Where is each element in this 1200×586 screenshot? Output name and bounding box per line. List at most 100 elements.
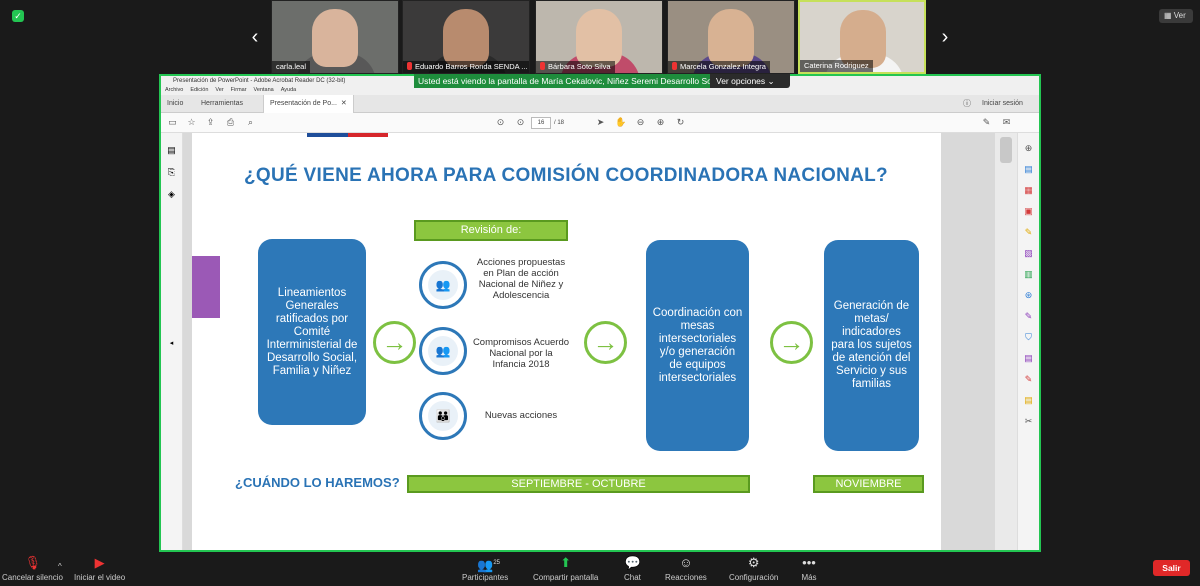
tool-icon[interactable]: ▣ — [1023, 206, 1034, 217]
participant-face — [576, 9, 622, 67]
tool-icon[interactable]: ⊕ — [1023, 143, 1034, 154]
more-button[interactable]: ••• Más — [801, 555, 817, 583]
box-lineamientos: Lineamientos Generales ratificados por C… — [258, 239, 366, 425]
mic-muted-icon — [672, 62, 677, 70]
participant-face — [312, 9, 358, 67]
participant-name: Eduardo Barros Ronda SENDA ... — [403, 61, 529, 73]
tool-icon[interactable]: ✎ — [1023, 311, 1034, 322]
tool-icon[interactable]: ✎ — [1023, 374, 1034, 385]
tool-icon[interactable]: ▤ — [1023, 353, 1034, 364]
page-down-icon[interactable]: ⊙ — [515, 117, 526, 128]
reader-toolbar: ▭ ☆ ⇪ ⎙ ⌕ ⊙ ⊙ 16 / 18 ➤ ✋ ⊖ ⊕ ↻ ✎ ✉ — [161, 113, 1039, 133]
settings-button[interactable]: ⚙ Configuración — [729, 555, 778, 583]
bookmark-star-icon[interactable]: ☆ — [186, 117, 197, 128]
revision-label: Revisión de: — [414, 220, 568, 241]
mail-icon[interactable]: ✉ — [1001, 117, 1012, 128]
rotate-icon[interactable]: ↻ — [675, 117, 686, 128]
participant-tile[interactable]: Bárbara Soto Silva — [535, 0, 663, 74]
participant-name: Bárbara Soto Silva — [536, 61, 615, 73]
tool-icon[interactable]: ⊛ — [1023, 290, 1034, 301]
tool-icon[interactable]: ▥ — [1023, 269, 1034, 280]
menu-item[interactable]: Ventana — [254, 87, 274, 93]
menu-item[interactable]: Ver — [215, 87, 223, 93]
reactions-button[interactable]: ☺ Reacciones — [665, 555, 707, 583]
view-button[interactable]: ▦ Ver — [1159, 9, 1193, 23]
more-label: Más — [801, 573, 817, 582]
participants-count: 25 — [493, 560, 500, 566]
participant-name-label: carla.leal — [276, 62, 307, 71]
arrow-right-icon: → — [584, 321, 627, 364]
hand-icon[interactable]: ✋ — [615, 117, 626, 128]
gallery-prev-icon[interactable]: ‹ — [246, 26, 264, 50]
attachment-icon[interactable]: ⎘ — [166, 167, 177, 178]
period-sept-oct: SEPTIEMBRE - OCTUBRE — [407, 475, 750, 493]
meeting-controls: 🎙 Cancelar silencio ^ ▶ Iniciar el video 👥… — [0, 552, 1200, 586]
page-number-input[interactable]: 16 — [531, 117, 551, 129]
tab-inicio[interactable]: Inicio — [161, 95, 189, 113]
menu-item[interactable]: Ayuda — [281, 87, 297, 93]
video-off-icon: ▶ — [94, 555, 105, 570]
gallery-next-icon[interactable]: › — [936, 26, 954, 50]
signin-button[interactable]: Iniciar sesión — [976, 95, 1029, 113]
more-icon: ••• — [802, 555, 816, 570]
participant-name-label: Caterina Rodriguez — [804, 61, 869, 70]
participant-face — [443, 9, 489, 67]
slide: ¿QUÉ VIENE AHORA PARA COMISIÓN COORDINAD… — [192, 133, 941, 550]
upload-icon[interactable]: ⇪ — [205, 117, 216, 128]
participants-button[interactable]: 👥25 Participantes — [462, 556, 508, 582]
vertical-scrollbar[interactable] — [995, 133, 1017, 550]
zoom-in-icon[interactable]: ⊕ — [655, 117, 666, 128]
search-icon[interactable]: ⌕ — [245, 117, 256, 128]
tab-herramientas[interactable]: Herramientas — [195, 95, 249, 113]
leave-button[interactable]: Salir — [1153, 560, 1190, 576]
pages-icon[interactable]: ▤ — [166, 145, 177, 156]
participant-tile[interactable]: carla.leal — [271, 0, 399, 74]
share-banner: Usted está viendo la pantalla de María C… — [414, 74, 710, 88]
layers-icon[interactable]: ◈ — [166, 189, 177, 200]
gear-icon: ⚙ — [747, 555, 760, 570]
tool-icon[interactable]: ▦ — [1023, 185, 1034, 196]
people-icon: 👥 — [419, 327, 467, 375]
menu-item[interactable]: Firmar — [231, 87, 247, 93]
tool-icon[interactable]: ✂ — [1023, 416, 1034, 427]
tool-icon[interactable]: ▤ — [1023, 395, 1034, 406]
flag-stripe-red — [348, 133, 388, 137]
participant-tile[interactable]: Marcela Gonzalez Integra — [667, 0, 795, 74]
participant-name-label: Marcela Gonzalez Integra — [680, 62, 766, 71]
tool-icon[interactable]: ▤ — [1023, 164, 1034, 175]
zoom-out-icon[interactable]: ⊖ — [635, 117, 646, 128]
view-label: Ver — [1173, 11, 1186, 20]
collapse-left-icon[interactable]: ◂ — [166, 338, 177, 349]
unmute-options-icon[interactable]: ^ — [58, 562, 62, 571]
pointer-icon[interactable]: ➤ — [595, 117, 606, 128]
sign-icon[interactable]: ✎ — [981, 117, 992, 128]
scroll-thumb[interactable] — [1000, 137, 1012, 163]
participant-tile[interactable]: Caterina Rodriguez — [798, 0, 926, 74]
help-icon[interactable]: ⓘ — [957, 95, 977, 113]
participants-label: Participantes — [462, 573, 509, 582]
view-options-button[interactable]: Ver opciones ⌄ — [710, 74, 790, 88]
page-total: / 18 — [554, 120, 565, 126]
tool-icon[interactable]: ▧ — [1023, 248, 1034, 259]
box-metas: Generación de metas/ indicadores para lo… — [824, 240, 919, 451]
chat-button[interactable]: 💬 Chat — [624, 556, 641, 583]
rev-item-3: Nuevas acciones — [484, 410, 558, 421]
new-actions-icon: 👪 — [419, 392, 467, 440]
save-icon[interactable]: ▭ — [167, 117, 178, 128]
share-screen-button[interactable]: ⬆ Compartir pantalla — [533, 556, 598, 583]
unmute-button[interactable]: 🎙 Cancelar silencio — [2, 556, 63, 583]
print-icon[interactable]: ⎙ — [225, 117, 236, 128]
menu-item[interactable]: Edición — [190, 87, 208, 93]
page-up-icon[interactable]: ⊙ — [495, 117, 506, 128]
tab-document[interactable]: Presentación de Po... ✕ — [263, 95, 354, 113]
security-shield-icon[interactable]: ✓ — [12, 10, 24, 22]
start-video-button[interactable]: ▶ Iniciar el video — [74, 555, 125, 583]
rev-item-2: Compromisos Acuerdo Nacional por la Infa… — [472, 337, 570, 370]
tool-icon[interactable]: ✎ — [1023, 227, 1034, 238]
participant-name: carla.leal — [272, 61, 311, 73]
reactions-icon: ☺ — [679, 555, 693, 570]
participant-tile[interactable]: Eduardo Barros Ronda SENDA ... — [402, 0, 530, 74]
tool-icon[interactable]: ⛉ — [1023, 332, 1034, 343]
menu-item[interactable]: Archivo — [165, 87, 183, 93]
participant-name-label: Bárbara Soto Silva — [548, 62, 611, 71]
